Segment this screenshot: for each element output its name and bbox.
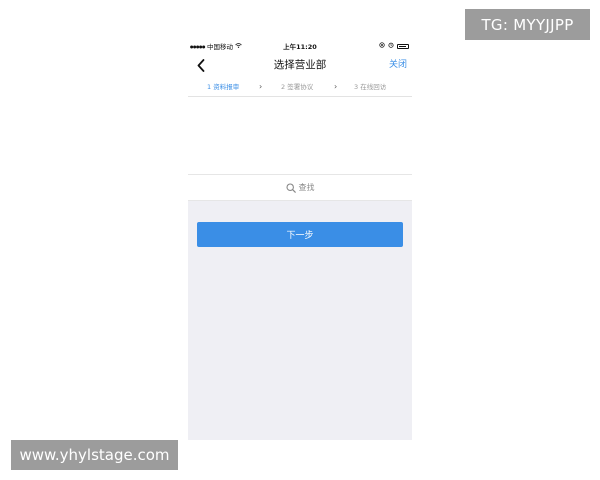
step-separator-icon: › bbox=[334, 82, 338, 91]
phone-screen: ●●●●● 中国移动 上午11:20 选择营业部 关闭 1 资料报审 › 2 签… bbox=[188, 40, 412, 440]
navigation-bar: 选择营业部 关闭 bbox=[188, 52, 412, 78]
search-input[interactable]: 查找 bbox=[188, 174, 412, 201]
step-3-online-callback[interactable]: 3 在线回访 bbox=[354, 78, 386, 96]
search-icon bbox=[285, 182, 296, 193]
battery-icon bbox=[397, 43, 409, 49]
search-placeholder: 查找 bbox=[298, 183, 315, 192]
watermark-tg: TG: MYYJJPP bbox=[465, 9, 590, 40]
content-area bbox=[188, 97, 412, 174]
lock-rotation-icon bbox=[379, 42, 385, 50]
page-title: 选择营业部 bbox=[273, 59, 327, 71]
status-bar: ●●●●● 中国移动 上午11:20 bbox=[188, 40, 412, 52]
step-separator-icon: › bbox=[259, 82, 263, 91]
next-step-button[interactable]: 下一步 bbox=[197, 222, 403, 247]
step-1-document-review[interactable]: 1 资料报审 bbox=[207, 78, 239, 96]
step-2-sign-agreement[interactable]: 2 签署协议 bbox=[281, 78, 313, 96]
status-bar-right bbox=[379, 42, 409, 50]
close-button[interactable]: 关闭 bbox=[389, 52, 407, 78]
alarm-icon bbox=[388, 42, 394, 50]
watermark-website: www.yhylstage.com bbox=[11, 440, 178, 470]
step-indicator: 1 资料报审 › 2 签署协议 › 3 在线回访 bbox=[188, 78, 412, 97]
